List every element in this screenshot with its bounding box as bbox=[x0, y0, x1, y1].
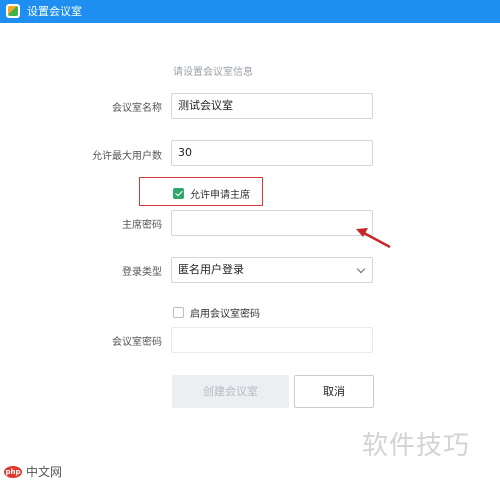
room-name-label: 会议室名称 bbox=[112, 103, 162, 114]
php-logo-icon: php bbox=[4, 465, 22, 478]
checkbox-checked-icon[interactable] bbox=[173, 188, 184, 199]
host-password-input[interactable] bbox=[171, 210, 373, 236]
max-users-input[interactable]: 30 bbox=[171, 140, 373, 166]
room-password-label: 会议室密码 bbox=[112, 337, 162, 348]
watermark-text: 软件技巧 bbox=[362, 431, 471, 461]
login-type-select[interactable]: 匿名用户登录 bbox=[171, 257, 373, 283]
form-subtitle: 请设置会议室信息 bbox=[173, 67, 253, 78]
cancel-button[interactable]: 取消 bbox=[294, 375, 374, 408]
enable-room-password-checkbox[interactable]: 启用会议室密码 bbox=[173, 305, 260, 320]
title-bar: 设置会议室 bbox=[0, 0, 500, 23]
login-type-value: 匿名用户登录 bbox=[178, 263, 244, 276]
php-watermark-text: 中文网 bbox=[26, 465, 63, 479]
room-name-input[interactable]: 测试会议室 bbox=[171, 93, 373, 119]
chevron-down-icon bbox=[356, 264, 366, 274]
window-title: 设置会议室 bbox=[27, 5, 82, 18]
max-users-label: 允许最大用户数 bbox=[92, 151, 162, 162]
php-watermark: php 中文网 bbox=[4, 463, 62, 480]
create-room-button[interactable]: 创建会议室 bbox=[172, 375, 289, 408]
login-type-label: 登录类型 bbox=[122, 267, 162, 278]
enable-room-password-label: 启用会议室密码 bbox=[190, 309, 260, 320]
checkbox-unchecked-icon[interactable] bbox=[173, 307, 184, 318]
host-password-label: 主席密码 bbox=[122, 220, 162, 231]
red-arrow-icon bbox=[356, 228, 391, 249]
allow-host-apply-checkbox[interactable]: 允许申请主席 bbox=[173, 186, 250, 201]
allow-host-apply-label: 允许申请主席 bbox=[190, 190, 250, 201]
app-icon bbox=[6, 4, 20, 18]
room-password-input[interactable] bbox=[171, 327, 373, 353]
